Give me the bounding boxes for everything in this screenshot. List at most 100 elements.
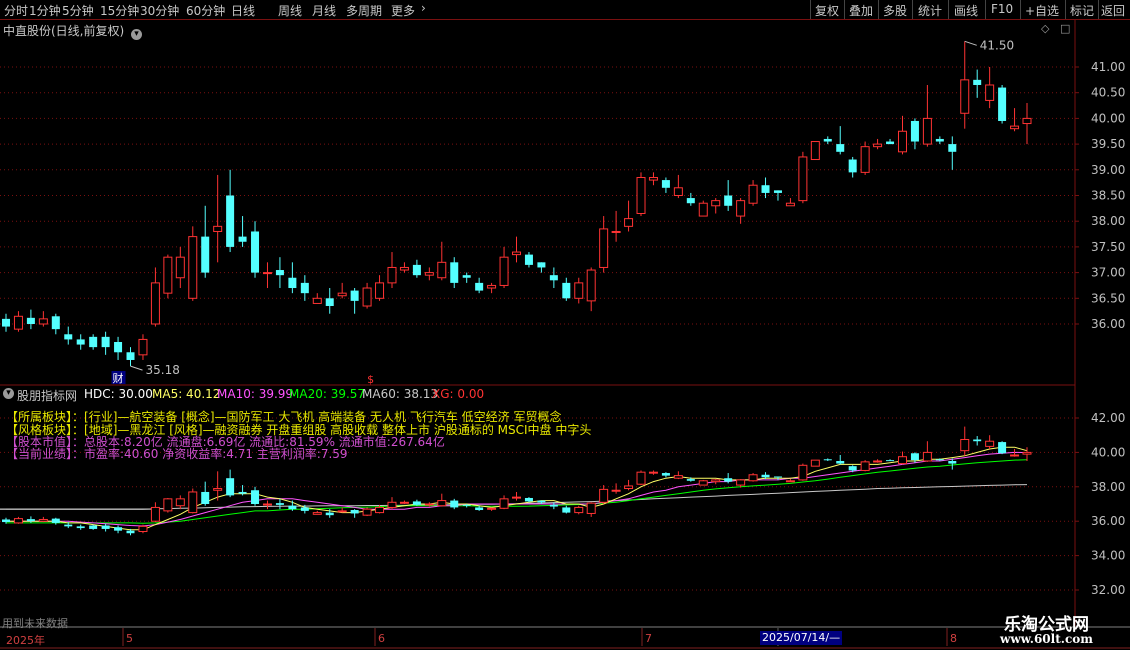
indicator-candle	[636, 471, 646, 485]
timeline-year: 2025年	[6, 634, 45, 647]
candle	[437, 261, 447, 279]
indicator-candle	[537, 500, 546, 503]
candle	[922, 117, 932, 145]
candle	[537, 262, 546, 268]
indicator-candle	[114, 527, 123, 531]
candle	[785, 202, 795, 207]
candle	[399, 266, 409, 271]
indicator-candle	[798, 464, 808, 481]
candle	[288, 277, 297, 289]
timeline-month: 6	[378, 632, 385, 645]
indicator-candle	[922, 451, 932, 462]
indicator-candle	[126, 530, 135, 534]
hdc-value: HDC: 30.00	[84, 387, 153, 401]
y-axis-tick-label: 37.00	[1091, 266, 1125, 280]
candle	[860, 146, 870, 173]
candle	[424, 272, 434, 276]
indicator-candle	[89, 525, 98, 529]
candle	[611, 230, 621, 233]
candle	[337, 292, 347, 297]
y-axis-tick-label: 40.00	[1091, 111, 1125, 125]
kline-chart[interactable]: 41.00 40.50 40.00 39.50 39.00 38.50 38.00 37.50…	[0, 0, 1130, 650]
high-annotation-pointer	[964, 40, 977, 46]
indicator-candle	[910, 453, 919, 461]
indicator-header: ▾ 股朋指标网 HDC: 30.00 MA5: 40.12 MA10: 39.9…	[0, 386, 1075, 404]
candle	[586, 269, 596, 302]
indicator-candle	[761, 474, 770, 478]
indicator-name[interactable]: 股朋指标网	[17, 387, 77, 404]
indicator-candle	[998, 442, 1007, 454]
indicator-candle	[860, 461, 870, 471]
indicator-candle	[724, 478, 733, 482]
candle	[362, 287, 372, 307]
indicator-candle	[138, 525, 148, 533]
indicator-candle	[375, 506, 385, 514]
timeline-month: 5	[126, 632, 133, 645]
candle	[213, 225, 223, 232]
candle	[648, 177, 658, 181]
candle	[661, 180, 670, 188]
indicator-candle	[785, 480, 795, 483]
candle	[150, 282, 160, 325]
candle	[114, 341, 123, 353]
indicator-candle	[226, 478, 235, 496]
indicator-candle	[973, 439, 982, 442]
ma20-value: MA20: 39.57	[289, 387, 366, 401]
candle	[985, 84, 995, 101]
indicator-candle	[288, 505, 297, 510]
candle	[948, 144, 957, 152]
indicator-candle	[2, 519, 10, 523]
indicator-candle	[26, 519, 35, 522]
candle	[998, 87, 1007, 121]
indicator-candle	[412, 501, 421, 505]
indicator-candle	[897, 456, 907, 465]
indicator-candle	[611, 489, 621, 492]
candle	[698, 202, 708, 217]
indicator-candle	[251, 490, 260, 504]
indicator-candle	[424, 503, 434, 506]
candle	[798, 156, 808, 202]
indicator-candle	[487, 507, 497, 510]
chart-title-bar: 中直股份(日线,前复权) ▾	[3, 22, 143, 40]
candle	[773, 190, 782, 193]
indicator-y-tick-label: 40.00	[1091, 445, 1125, 459]
indicator-candle	[300, 507, 309, 511]
candle	[126, 352, 135, 360]
candle	[163, 256, 173, 294]
candle	[450, 262, 459, 283]
indicator-candle	[462, 504, 471, 506]
window-icon[interactable]: □	[1060, 22, 1070, 35]
chevron-down-icon[interactable]: ▾	[131, 29, 143, 40]
indicator-candle	[312, 512, 322, 515]
indicator-candle	[848, 466, 857, 471]
indicator-candle	[686, 479, 695, 481]
watermark: 乐淘公式网 www.60lt.com	[976, 606, 1130, 650]
candle	[724, 195, 733, 206]
indicator-y-tick-label: 36.00	[1091, 514, 1125, 528]
timeline-month: 8	[950, 632, 957, 645]
candle	[2, 318, 10, 327]
candle	[886, 141, 895, 145]
ma10-value: MA10: 39.99	[217, 387, 294, 401]
candle	[226, 195, 235, 247]
y-axis-tick-label: 39.00	[1091, 163, 1125, 177]
diamond-icon[interactable]: ◇	[1041, 22, 1049, 35]
indicator-candle	[337, 510, 347, 513]
candle	[736, 200, 746, 217]
indicator-candle	[1022, 451, 1032, 455]
candle	[201, 236, 210, 273]
indicator-candle	[873, 460, 883, 463]
ma60-value: MA60: 38.13	[362, 387, 439, 401]
indicator-candle	[562, 507, 571, 513]
finance-event-label[interactable]: 财	[113, 371, 124, 385]
signal-marker: $	[367, 373, 374, 386]
indicator-candle	[238, 491, 247, 494]
indicator-candle	[748, 474, 758, 482]
candle	[574, 282, 584, 299]
chevron-down-icon[interactable]: ▾	[3, 388, 14, 399]
high-price-label: 41.50	[980, 38, 1014, 52]
candle	[823, 138, 832, 142]
indicator-candle	[437, 500, 447, 507]
low-price-label: 35.18	[146, 363, 180, 377]
watermark-url: www.60lt.com	[1000, 632, 1093, 646]
